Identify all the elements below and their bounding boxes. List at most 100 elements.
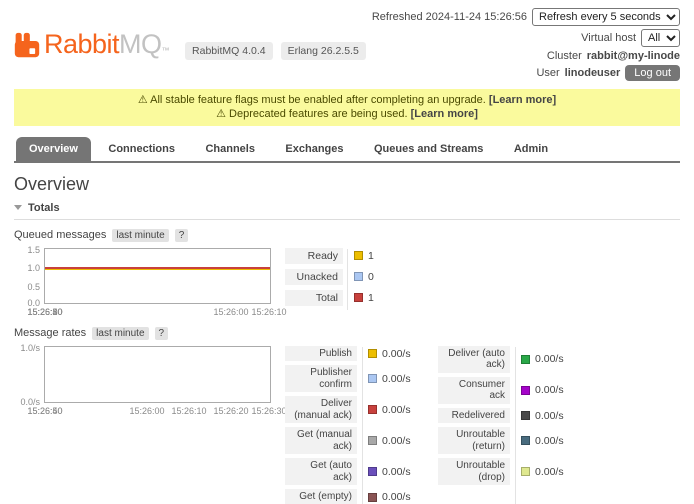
x-tick: 15:26:30 xyxy=(251,406,286,416)
legend-row-unroutable-return: Unroutable (return) 0.00/s xyxy=(438,427,578,454)
queued-messages-plot: 1.5 1.0 0.5 0.0 15:26:00 15:26:10 15:26:… xyxy=(44,248,271,304)
legend-row-unacked: Unacked 0 xyxy=(285,269,374,285)
header: RabbitMQ™ RabbitMQ 4.0.4 Erlang 26.2.5.5… xyxy=(0,0,694,81)
message-rates-legend-right: Deliver (auto ack) 0.00/s Consumer ack 0… xyxy=(438,346,578,504)
feature-flags-learn-more-link[interactable]: [Learn more] xyxy=(489,94,556,106)
message-rates-title: Message rates xyxy=(14,327,86,339)
total-series-line xyxy=(45,267,270,269)
queued-help-icon[interactable]: ? xyxy=(175,229,189,242)
warning-banner: ⚠ All stable feature flags must be enabl… xyxy=(14,89,680,126)
legend-row-publish: Publish 0.00/s xyxy=(285,346,425,362)
x-tick: 15:26:50 xyxy=(27,307,62,317)
legend-label: Unroutable (return) xyxy=(438,427,510,454)
tab-connections[interactable]: Connections xyxy=(95,137,188,161)
legend-label: Unroutable (drop) xyxy=(438,458,510,485)
x-tick: 15:26:50 xyxy=(27,406,62,416)
legend-label: Get (empty) xyxy=(285,489,357,504)
message-rates-chart: 1.0/s 0.0/s 15:26:00 15:26:10 15:26:20 1… xyxy=(14,346,272,403)
message-rates-header: Message rates last minute ? xyxy=(14,327,680,340)
nav-tabbar: Overview Connections Channels Exchanges … xyxy=(14,137,680,163)
x-tick: 15:26:10 xyxy=(171,406,206,416)
legend-label: Get (manual ack) xyxy=(285,427,357,454)
legend-value: 0.00/s xyxy=(535,435,564,447)
legend-value: 0.00/s xyxy=(382,491,411,503)
legend-label: Unacked xyxy=(285,269,343,285)
tab-admin[interactable]: Admin xyxy=(501,137,561,161)
y-tick: 1.0 xyxy=(27,263,40,273)
queued-messages-legend: Ready 1 Unacked 0 Total 1 xyxy=(285,248,374,311)
virtual-host-label: Virtual host xyxy=(581,32,636,44)
rates-period-badge[interactable]: last minute xyxy=(92,327,148,340)
get-manual-ack-swatch xyxy=(368,436,377,445)
legend-value: 1 xyxy=(368,292,374,304)
x-tick: 15:26:20 xyxy=(213,406,248,416)
legend-row-deliver-manual-ack: Deliver (manual ack) 0.00/s xyxy=(285,396,425,423)
queued-messages-header: Queued messages last minute ? xyxy=(14,229,680,242)
y-tick: 1.0/s xyxy=(20,343,40,353)
legend-row-deliver-auto-ack: Deliver (auto ack) 0.00/s xyxy=(438,346,578,373)
legend-row-get-manual-ack: Get (manual ack) 0.00/s xyxy=(285,427,425,454)
tab-queues-and-streams[interactable]: Queues and Streams xyxy=(361,137,496,161)
unroutable-drop-swatch xyxy=(521,467,530,476)
feature-flags-warning: ⚠ All stable feature flags must be enabl… xyxy=(20,93,674,107)
brand-tm: ™ xyxy=(162,46,170,55)
deliver-manual-ack-swatch xyxy=(368,405,377,414)
x-tick: 15:26:00 xyxy=(129,406,164,416)
deliver-auto-ack-swatch xyxy=(521,355,530,364)
tab-overview[interactable]: Overview xyxy=(16,137,91,161)
redelivered-swatch xyxy=(521,411,530,420)
legend-label: Redelivered xyxy=(438,408,510,424)
brand-mq: MQ xyxy=(119,29,162,59)
totals-section-toggle[interactable]: Totals xyxy=(14,202,680,220)
rabbitmq-version-badge: RabbitMQ 4.0.4 xyxy=(185,42,273,60)
user-name: linodeuser xyxy=(565,67,621,79)
page-title: Overview xyxy=(14,174,680,195)
legend-value: 1 xyxy=(368,250,374,262)
legend-value: 0.00/s xyxy=(382,373,411,385)
y-tick: 0.5 xyxy=(27,282,40,292)
legend-label: Publisher confirm xyxy=(285,365,357,392)
deprecated-features-warning-text: ⚠ Deprecated features are being used. xyxy=(216,108,407,120)
legend-row-ready: Ready 1 xyxy=(285,248,374,264)
legend-label: Ready xyxy=(285,248,343,264)
feature-flags-warning-text: ⚠ All stable feature flags must be enabl… xyxy=(138,94,486,106)
legend-row-get-auto-ack: Get (auto ack) 0.00/s xyxy=(285,458,425,485)
logout-button[interactable]: Log out xyxy=(625,65,680,81)
unacked-swatch xyxy=(354,272,363,281)
deprecated-features-warning: ⚠ Deprecated features are being used. [L… xyxy=(20,107,674,121)
publish-swatch xyxy=(368,349,377,358)
legend-row-total: Total 1 xyxy=(285,290,374,306)
message-rates-legend-left: Publish 0.00/s Publisher confirm 0.00/s … xyxy=(285,346,425,504)
tab-channels[interactable]: Channels xyxy=(192,137,268,161)
get-auto-ack-swatch xyxy=(368,467,377,476)
x-tick: 15:26:00 xyxy=(213,307,248,317)
tab-exchanges[interactable]: Exchanges xyxy=(272,137,356,161)
publisher-confirm-swatch xyxy=(368,374,377,383)
deprecated-learn-more-link[interactable]: [Learn more] xyxy=(411,108,478,120)
erlang-version-badge: Erlang 26.2.5.5 xyxy=(281,42,366,60)
x-tick: 15:26:10 xyxy=(251,307,286,317)
total-swatch xyxy=(354,293,363,302)
rates-help-icon[interactable]: ? xyxy=(155,327,169,340)
rabbit-icon xyxy=(14,32,40,58)
refresh-interval-select[interactable]: Refresh every 5 seconds xyxy=(532,8,680,26)
legend-label: Publish xyxy=(285,346,357,362)
queued-period-badge[interactable]: last minute xyxy=(112,229,168,242)
legend-label: Total xyxy=(285,290,343,306)
legend-value: 0.00/s xyxy=(535,353,564,365)
legend-label: Get (auto ack) xyxy=(285,458,357,485)
cluster-name: rabbit@my-linode xyxy=(587,50,680,62)
totals-label: Totals xyxy=(28,202,60,214)
virtual-host-select[interactable]: All xyxy=(641,29,680,47)
legend-row-redelivered: Redelivered 0.00/s xyxy=(438,408,578,424)
queued-messages-title: Queued messages xyxy=(14,229,106,241)
legend-value: 0.00/s xyxy=(535,384,564,396)
legend-value: 0 xyxy=(368,271,374,283)
y-tick: 1.5 xyxy=(27,245,40,255)
legend-value: 0.00/s xyxy=(535,410,564,422)
ready-swatch xyxy=(354,251,363,260)
rabbitmq-logo[interactable]: RabbitMQ™ xyxy=(14,30,169,65)
legend-row-get-empty: Get (empty) 0.00/s xyxy=(285,489,425,504)
collapse-triangle-icon xyxy=(14,205,22,210)
user-label: User xyxy=(536,67,559,79)
